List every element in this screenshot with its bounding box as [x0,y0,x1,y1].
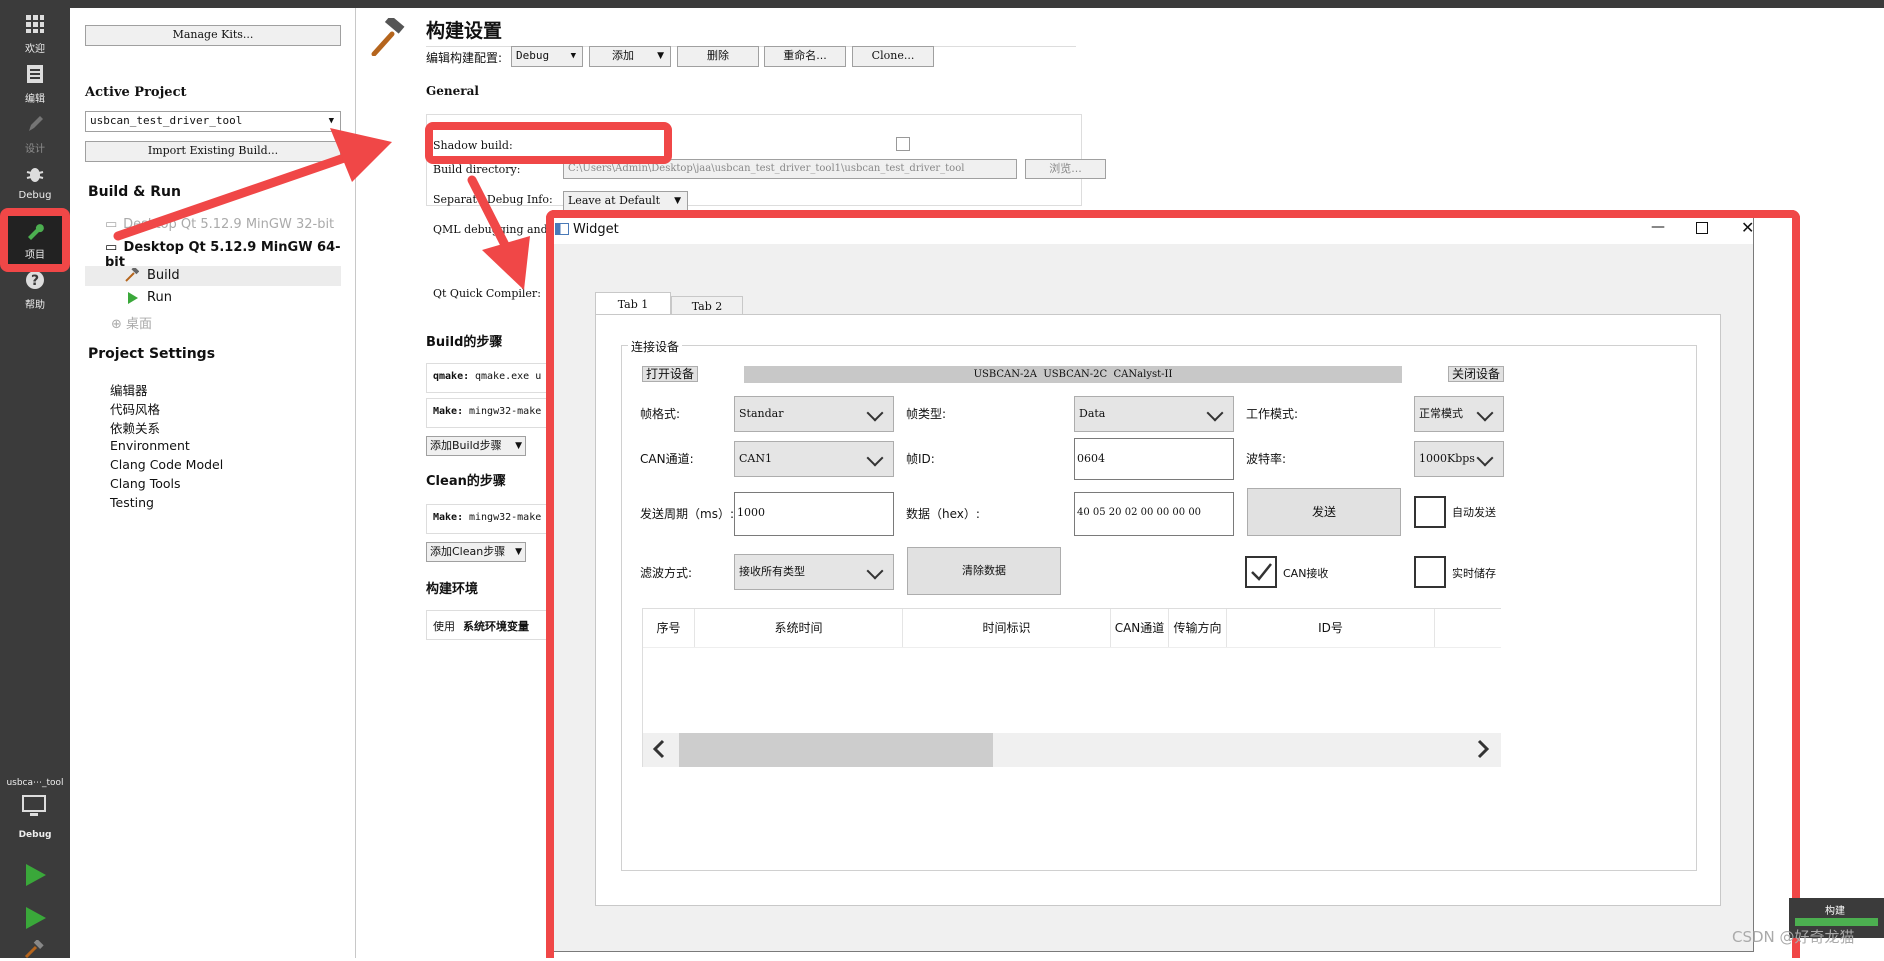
annotation-arrows [113,128,530,290]
build-progress-bar [1795,918,1878,926]
build-progress-label: 构建 [1825,906,1845,917]
arrow-to-widget [467,175,530,290]
arrow-to-shadow-build [113,128,392,241]
watermark: CSDN @好奇龙猫 [1732,928,1855,946]
